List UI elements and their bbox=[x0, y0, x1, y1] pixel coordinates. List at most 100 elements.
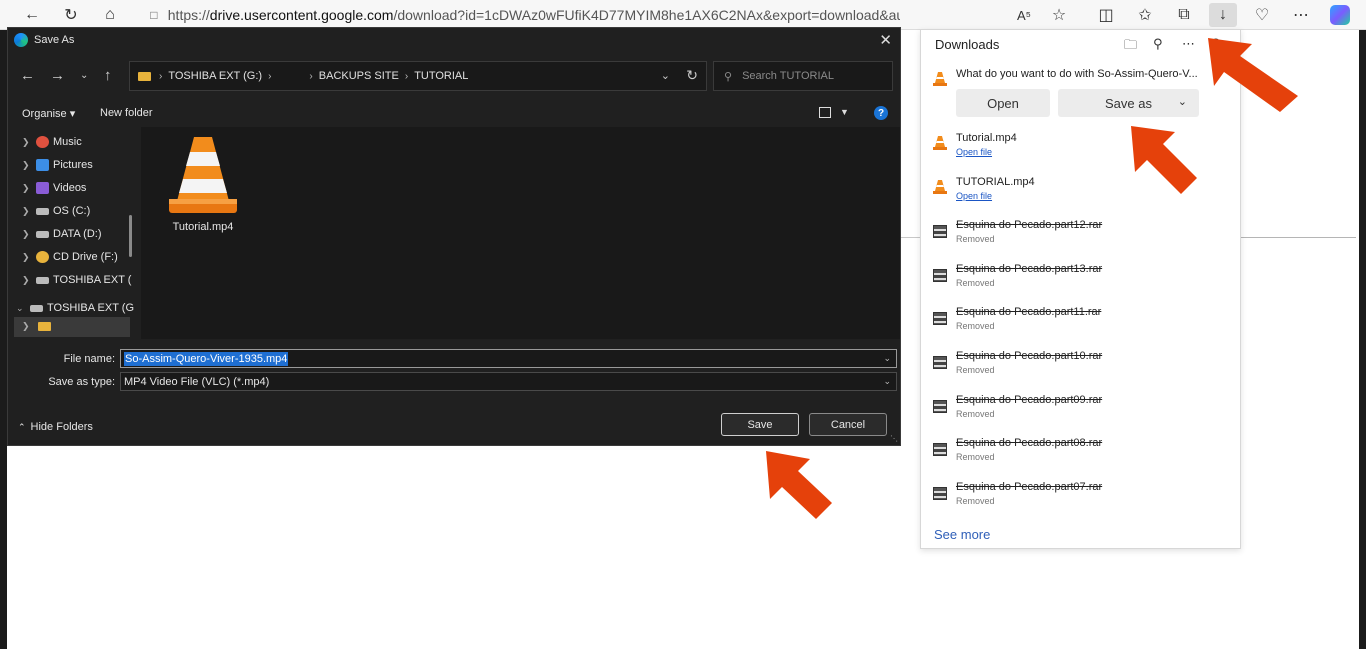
file-item[interactable]: Tutorial.mp4 bbox=[163, 135, 243, 233]
chevron-down-icon[interactable]: ⌄ bbox=[883, 353, 891, 364]
rar-archive-icon bbox=[933, 356, 947, 369]
refresh-icon[interactable]: ↻ bbox=[686, 67, 698, 84]
download-item[interactable]: Esquina do Pecado.part13.rar Removed bbox=[931, 263, 1231, 303]
nav-item-label: TOSHIBA EXT ( bbox=[53, 274, 132, 286]
read-aloud-icon[interactable]: A⁵ bbox=[1010, 3, 1038, 27]
downloads-title: Downloads bbox=[935, 37, 1000, 52]
search-input[interactable]: ⚲ Search TUTORIAL bbox=[713, 61, 893, 91]
breadcrumb-backups[interactable]: BACKUPS SITE bbox=[319, 70, 399, 82]
rar-archive-icon bbox=[933, 312, 947, 326]
back-arrow-icon[interactable]: ← bbox=[20, 67, 35, 84]
download-prompt: What do you want to do with So-Assim-Que… bbox=[956, 68, 1198, 80]
nav-item-music[interactable]: ❯ Music bbox=[22, 133, 82, 151]
chevron-right-icon[interactable]: ❯ bbox=[22, 160, 36, 171]
nav-item-videos[interactable]: ❯ Videos bbox=[22, 179, 86, 197]
chevron-up-icon: ⌃ bbox=[18, 421, 26, 432]
back-icon[interactable]: ← bbox=[18, 3, 46, 27]
open-file-link[interactable]: Open file bbox=[956, 191, 992, 201]
chevron-down-icon[interactable]: ⌄ bbox=[661, 69, 670, 82]
home-icon[interactable]: ⌂ bbox=[96, 3, 124, 27]
download-file-name: Esquina do Pecado.part08.rar bbox=[956, 437, 1103, 450]
annotation-arrow-save-button bbox=[766, 451, 832, 519]
chevron-right-icon[interactable]: ❯ bbox=[22, 321, 30, 332]
folder-icon bbox=[138, 71, 151, 81]
view-dropdown-icon[interactable]: ▼ bbox=[840, 107, 849, 117]
chevron-right-icon[interactable]: ❯ bbox=[22, 252, 36, 263]
forward-arrow-icon[interactable]: → bbox=[50, 67, 65, 84]
address-path[interactable]: › TOSHIBA EXT (G:) › › BACKUPS SITE › TU… bbox=[129, 61, 707, 91]
nav-item-toshiba-g[interactable]: ⌄ TOSHIBA EXT (G bbox=[16, 299, 134, 317]
download-status: Removed bbox=[956, 452, 995, 463]
nav-item-data-drive[interactable]: ❯ DATA (D:) bbox=[22, 225, 101, 243]
download-item[interactable]: Esquina do Pecado.part10.rar Removed bbox=[931, 350, 1231, 390]
rar-archive-icon bbox=[933, 443, 947, 457]
more-menu-icon[interactable]: ⋯ bbox=[1287, 3, 1315, 27]
help-icon[interactable]: ? bbox=[874, 106, 888, 120]
open-button[interactable]: Open bbox=[956, 89, 1050, 117]
chevron-down-icon[interactable]: ⌄ bbox=[16, 303, 30, 314]
up-arrow-icon[interactable]: ↑ bbox=[104, 67, 112, 84]
download-item[interactable]: Esquina do Pecado.part12.rar Removed bbox=[931, 219, 1231, 259]
hide-folders-button[interactable]: ⌃ Hide Folders bbox=[18, 421, 93, 433]
download-item[interactable]: Esquina do Pecado.part11.rar Removed bbox=[931, 306, 1231, 346]
close-icon[interactable]: ✕ bbox=[879, 31, 892, 49]
rar-archive-icon bbox=[933, 486, 947, 500]
chevron-right-icon[interactable]: ❯ bbox=[22, 275, 36, 286]
vlc-file-icon bbox=[933, 179, 947, 197]
copilot-icon[interactable] bbox=[1326, 3, 1354, 27]
breadcrumb-drive[interactable]: TOSHIBA EXT (G:) bbox=[168, 70, 262, 82]
nav-item-cd-drive[interactable]: ❯ CD Drive (F:) bbox=[22, 248, 118, 266]
nav-scrollbar[interactable] bbox=[129, 215, 132, 257]
save-button[interactable]: Save bbox=[721, 413, 799, 436]
edge-logo-icon bbox=[14, 33, 28, 47]
browser-toolbar: ← ↻ ⌂ □ https://drive.usercontent.google… bbox=[0, 0, 1366, 30]
recent-locations-icon[interactable]: ⌄ bbox=[80, 70, 88, 81]
download-file-name: Tutorial.mp4 bbox=[956, 132, 1017, 144]
resize-grip-icon[interactable]: ⋱ bbox=[890, 434, 898, 443]
see-more-link[interactable]: See more bbox=[934, 527, 990, 542]
chevron-right-icon[interactable]: ❯ bbox=[22, 137, 36, 148]
nav-item-os-drive[interactable]: ❯ OS (C:) bbox=[22, 202, 90, 220]
chevron-right-icon[interactable]: ❯ bbox=[22, 183, 36, 194]
nav-item-selected-folder[interactable]: ❯ bbox=[14, 317, 130, 337]
download-item[interactable]: Esquina do Pecado.part09.rar Removed bbox=[931, 394, 1231, 434]
search-icon[interactable]: ⚲ bbox=[1153, 36, 1163, 52]
annotation-arrow-save-as bbox=[1131, 126, 1197, 194]
url-text: https://drive.usercontent.google.com/dow… bbox=[167, 7, 900, 23]
reload-icon[interactable]: ↻ bbox=[57, 3, 85, 27]
nav-item-toshiba-drive[interactable]: ❯ TOSHIBA EXT ( bbox=[22, 271, 131, 289]
address-bar[interactable]: □ https://drive.usercontent.google.com/d… bbox=[140, 2, 900, 28]
downloads-icon[interactable]: ↓ bbox=[1209, 3, 1237, 27]
favorite-star-icon[interactable]: ☆ bbox=[1045, 3, 1073, 27]
page-divider-right bbox=[1241, 237, 1356, 238]
vlc-file-icon bbox=[933, 136, 947, 153]
view-icon[interactable] bbox=[819, 107, 831, 118]
collections-icon[interactable]: ⧉ bbox=[1170, 3, 1198, 27]
chevron-right-icon[interactable]: ❯ bbox=[22, 206, 36, 217]
more-options-icon[interactable]: ⋯ bbox=[1182, 36, 1195, 52]
nav-item-label: Videos bbox=[53, 182, 87, 194]
favorites-icon[interactable]: ✩ bbox=[1131, 3, 1159, 27]
save-as-dialog: Save As ✕ ← → ⌄ ↑ › TOSHIBA EXT (G:) › ›… bbox=[7, 27, 901, 446]
nav-item-pictures[interactable]: ❯ Pictures bbox=[22, 156, 93, 174]
path-separator: › bbox=[309, 70, 313, 82]
organise-button[interactable]: Organise ▾ bbox=[22, 107, 75, 120]
path-separator: › bbox=[404, 70, 409, 82]
download-item[interactable]: Esquina do Pecado.part07.rar Removed bbox=[931, 481, 1231, 521]
chevron-down-icon[interactable]: ⌄ bbox=[1178, 95, 1187, 108]
download-status: Removed bbox=[956, 408, 995, 419]
browser-essentials-icon[interactable]: ♡ bbox=[1248, 3, 1276, 27]
cancel-button[interactable]: Cancel bbox=[809, 413, 887, 436]
new-folder-button[interactable]: New folder bbox=[100, 107, 153, 119]
download-item[interactable]: Esquina do Pecado.part08.rar Removed bbox=[931, 437, 1231, 477]
chevron-right-icon[interactable]: ❯ bbox=[22, 229, 36, 240]
split-screen-icon[interactable]: ◫ bbox=[1092, 3, 1120, 27]
save-type-select[interactable]: MP4 Video File (VLC) (*.mp4) ⌄ bbox=[120, 372, 897, 391]
save-as-button[interactable]: Save as ⌄ bbox=[1058, 89, 1199, 117]
open-folder-icon[interactable]: 🗀 bbox=[1124, 36, 1137, 58]
rar-archive-icon bbox=[933, 268, 947, 282]
chevron-down-icon[interactable]: ⌄ bbox=[883, 376, 891, 387]
breadcrumb-tutorial[interactable]: TUTORIAL bbox=[414, 70, 468, 82]
file-name-input[interactable]: So-Assim-Quero-Viver-1935.mp4 ⌄ bbox=[120, 349, 897, 368]
open-file-link[interactable]: Open file bbox=[956, 147, 992, 157]
